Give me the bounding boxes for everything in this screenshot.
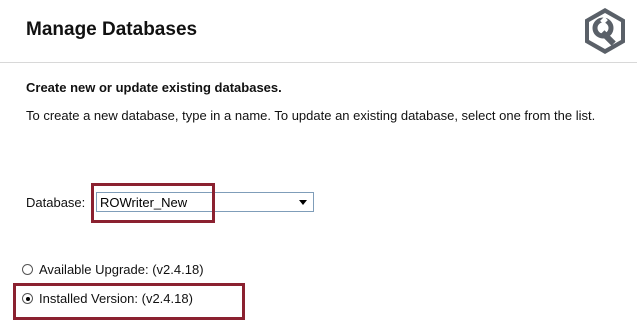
page-header: Manage Databases — [0, 0, 637, 63]
installed-version-option[interactable]: Installed Version: (v2.4.18) — [22, 291, 193, 306]
section-subtitle: Create new or update existing databases. — [26, 80, 282, 95]
database-combobox-value[interactable]: ROWriter_New — [100, 195, 187, 210]
wrench-gear-icon — [585, 8, 625, 54]
database-combobox[interactable]: ROWriter_New — [96, 192, 314, 212]
installed-version-radio[interactable] — [22, 293, 33, 304]
section-description: To create a new database, type in a name… — [26, 108, 596, 123]
available-upgrade-radio[interactable] — [22, 264, 33, 275]
chevron-down-icon[interactable] — [296, 195, 310, 209]
page-title: Manage Databases — [26, 19, 198, 40]
available-upgrade-label[interactable]: Available Upgrade: (v2.4.18) — [39, 262, 204, 277]
available-upgrade-option[interactable]: Available Upgrade: (v2.4.18) — [22, 262, 204, 277]
database-label: Database: — [26, 195, 86, 210]
installed-version-label[interactable]: Installed Version: (v2.4.18) — [39, 291, 193, 306]
